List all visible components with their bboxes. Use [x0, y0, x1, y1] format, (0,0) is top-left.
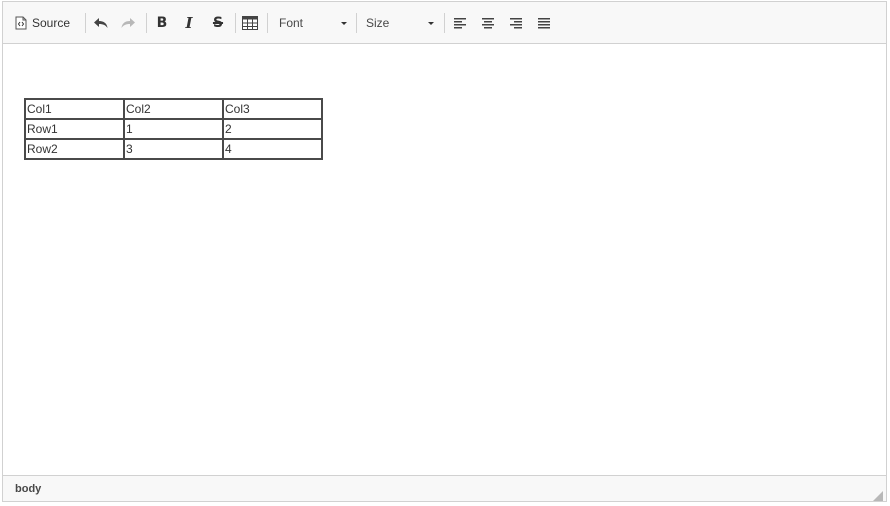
- table-cell[interactable]: 4: [222, 138, 323, 160]
- table-row: Col1 Col2 Col3: [24, 98, 323, 120]
- undo-icon: [93, 16, 109, 30]
- align-right-icon: [509, 17, 523, 29]
- table-row: Row1 1 2: [24, 118, 323, 140]
- strikethrough-icon: S: [212, 15, 224, 31]
- italic-icon: I: [185, 14, 193, 32]
- resize-handle-icon[interactable]: [873, 488, 883, 501]
- rich-text-editor: Source B I S Font Size Col1 Col2 Col3 Ro…: [2, 1, 887, 502]
- undo-button[interactable]: [90, 11, 112, 35]
- align-justify-icon: [537, 17, 551, 29]
- source-label: Source: [32, 16, 71, 30]
- toolbar-separator: [146, 13, 147, 33]
- align-center-icon: [481, 17, 495, 29]
- editor-toolbar: Source B I S Font Size: [3, 2, 886, 44]
- italic-button[interactable]: I: [178, 11, 200, 35]
- align-left-button[interactable]: [449, 11, 471, 35]
- bold-button[interactable]: B: [151, 11, 173, 35]
- toolbar-separator: [85, 13, 86, 33]
- bold-icon: B: [156, 15, 168, 31]
- strikethrough-button[interactable]: S: [207, 11, 229, 35]
- toolbar-separator: [267, 13, 268, 33]
- table-button[interactable]: [239, 11, 261, 35]
- table-cell[interactable]: Row2: [24, 138, 125, 160]
- table-cell[interactable]: Row1: [24, 118, 125, 140]
- element-path[interactable]: body: [15, 483, 41, 495]
- align-center-button[interactable]: [477, 11, 499, 35]
- toolbar-separator: [444, 13, 445, 33]
- table-icon: [242, 16, 258, 30]
- size-select[interactable]: Size: [366, 11, 434, 35]
- align-left-icon: [453, 17, 467, 29]
- table-cell[interactable]: Col2: [123, 98, 224, 120]
- table-cell[interactable]: Col3: [222, 98, 323, 120]
- editor-statusbar: body: [3, 475, 886, 501]
- redo-button[interactable]: [117, 11, 139, 35]
- source-button[interactable]: Source: [15, 11, 77, 35]
- table-cell[interactable]: Col1: [24, 98, 125, 120]
- table-cell[interactable]: 3: [123, 138, 224, 160]
- source-icon: [15, 16, 27, 30]
- table-cell[interactable]: 2: [222, 118, 323, 140]
- font-select-label: Font: [279, 16, 304, 30]
- chevron-down-icon: [341, 21, 347, 25]
- content-table[interactable]: Col1 Col2 Col3 Row1 1 2 Row2 3 4: [24, 98, 323, 160]
- toolbar-separator: [235, 13, 236, 33]
- align-justify-button[interactable]: [533, 11, 555, 35]
- table-cell[interactable]: 1: [123, 118, 224, 140]
- font-select[interactable]: Font: [279, 11, 347, 35]
- size-select-label: Size: [366, 16, 390, 30]
- align-right-button[interactable]: [505, 11, 527, 35]
- redo-icon: [120, 16, 136, 30]
- toolbar-separator: [356, 13, 357, 33]
- table-row: Row2 3 4: [24, 138, 323, 160]
- chevron-down-icon: [428, 21, 434, 25]
- editor-content-area[interactable]: Col1 Col2 Col3 Row1 1 2 Row2 3 4: [3, 44, 886, 477]
